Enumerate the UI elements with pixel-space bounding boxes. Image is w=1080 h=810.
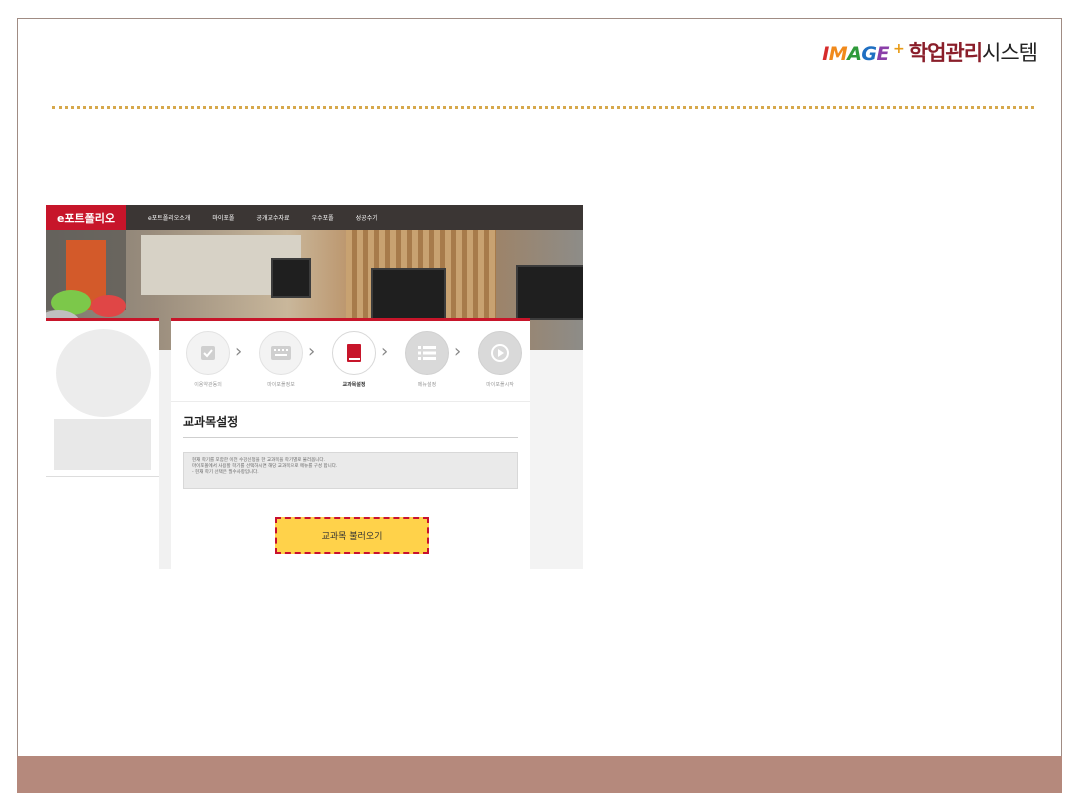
sidebar-divider: [46, 476, 159, 477]
chevron-right-icon: ›: [235, 341, 243, 362]
nav-item-success-stories[interactable]: 성공수기: [356, 213, 378, 222]
portal-logo[interactable]: e포트폴리오: [46, 205, 126, 230]
profile-info-box: [54, 419, 151, 470]
book-icon: [332, 331, 376, 375]
load-courses-button[interactable]: 교과목 불러오기: [275, 517, 429, 554]
nav-item-my-portfolio[interactable]: 마이포폴: [212, 213, 234, 222]
wizard-steps: 이용약관동의 › 마이포폴정보 › 교과목설정 › 메뉴설정 › 마이포폴시작: [183, 331, 523, 391]
check-icon: [186, 331, 230, 375]
avatar: [56, 329, 151, 417]
card-divider: [171, 401, 530, 402]
list-icon: [405, 331, 449, 375]
brand-plus: +: [893, 41, 905, 57]
notice-box: 현재 학기를 포함한 이전 수강신청을 한 교과목을 학기별로 불러옵니다. 마…: [183, 452, 518, 489]
brand-logo: IMAGE + 학업관리시스템: [822, 37, 1038, 67]
footer-band: [17, 756, 1062, 793]
notice-line: - 현재 학기 선택은 필수사항입니다.: [192, 470, 259, 475]
portal-top-nav: e포트폴리오 e포트폴리오소개 마이포폴 공개교수자료 우수포폴 성공수기: [46, 205, 583, 230]
nav-item-best-portfolio[interactable]: 우수포폴: [312, 213, 334, 222]
play-icon: [478, 331, 522, 375]
profile-sidebar: [46, 318, 159, 569]
step-start-portfolio: 마이포폴시작: [475, 331, 525, 388]
chevron-right-icon: ›: [454, 341, 462, 362]
title-underline: [183, 437, 518, 438]
setup-wizard-card: 이용약관동의 › 마이포폴정보 › 교과목설정 › 메뉴설정 › 마이포폴시작 …: [171, 318, 530, 569]
step-menu-setup: 메뉴설정: [402, 331, 452, 388]
section-title: 교과목설정: [183, 415, 239, 429]
nav-item-intro[interactable]: e포트폴리오소개: [148, 213, 190, 222]
step-course-setup: 교과목설정: [329, 331, 379, 388]
portfolio-screenshot: e포트폴리오 e포트폴리오소개 마이포폴 공개교수자료 우수포폴 성공수기 이용…: [46, 205, 583, 569]
chevron-right-icon: ›: [308, 341, 316, 362]
right-background-strip: [530, 350, 583, 569]
chevron-right-icon: ›: [381, 341, 389, 362]
header-divider: [52, 106, 1034, 109]
brand-image-wordmark: IMAGE: [822, 43, 890, 65]
brand-system-name: 학업관리시스템: [908, 41, 1038, 65]
nav-item-public-materials[interactable]: 공개교수자료: [256, 213, 289, 222]
step-portfolio-info: 마이포폴정보: [256, 331, 306, 388]
keyboard-icon: [259, 331, 303, 375]
step-terms: 이용약관동의: [183, 331, 233, 388]
